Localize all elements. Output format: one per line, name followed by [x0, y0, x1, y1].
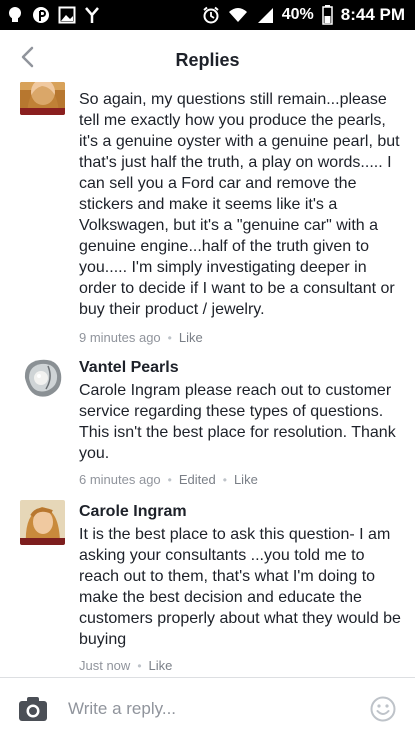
page-title: Replies: [175, 50, 240, 70]
comment-timestamp: 9 minutes ago: [79, 330, 161, 345]
notification-icon: [6, 6, 24, 24]
wifi-signal-icon: [84, 6, 100, 24]
comment-timestamp: 6 minutes ago: [79, 472, 161, 487]
comment-text: It is the best place to ask this questio…: [79, 526, 401, 648]
avatar[interactable]: [20, 356, 65, 401]
status-right-icons: 40% 8:44 PM: [202, 5, 405, 25]
comment-text: So again, my questions still remain...pl…: [79, 91, 400, 318]
emoji-icon[interactable]: [370, 696, 396, 726]
camera-icon[interactable]: [18, 697, 48, 726]
comment-meta: 6 minutes ago • Edited • Like: [79, 472, 401, 487]
separator-dot: •: [167, 330, 172, 345]
comment-author[interactable]: Carole Ingram: [79, 502, 401, 522]
comment-body: Vantel Pearls Carole Ingram please reach…: [79, 358, 401, 487]
comment-meta: Just now • Like: [79, 658, 401, 673]
replies-header: Replies: [0, 30, 415, 90]
camera-button[interactable]: [18, 696, 48, 722]
avatar[interactable]: [20, 500, 65, 545]
like-link[interactable]: Like: [179, 330, 203, 345]
comment-text: Carole Ingram please reach out to custom…: [79, 382, 396, 462]
avatar[interactable]: [20, 82, 65, 115]
comment-author[interactable]: Vantel Pearls: [79, 358, 401, 378]
wifi-icon: [228, 6, 248, 24]
clock-time: 8:44 PM: [340, 5, 405, 24]
comment-body: So again, my questions still remain...pl…: [79, 89, 401, 345]
battery-percent: 40%: [281, 6, 314, 23]
separator-dot: •: [137, 658, 142, 673]
pinterest-icon: [32, 6, 50, 24]
like-link[interactable]: Like: [149, 658, 173, 673]
separator-dot: •: [167, 472, 172, 487]
reply-composer: [0, 677, 415, 740]
cell-signal-icon: [256, 6, 274, 24]
status-left-icons: [6, 6, 100, 24]
comment-meta: 9 minutes ago • Like: [79, 330, 401, 345]
battery-icon: [322, 5, 333, 25]
alarm-icon: [202, 6, 220, 24]
like-link[interactable]: Like: [234, 472, 258, 487]
edited-link[interactable]: Edited: [179, 472, 216, 487]
reply-input[interactable]: [68, 696, 358, 722]
emoji-button[interactable]: [370, 696, 396, 722]
status-bar: 40% 8:44 PM: [0, 0, 415, 30]
gallery-icon: [58, 6, 76, 24]
comment-timestamp: Just now: [79, 658, 131, 673]
comment-body: Carole Ingram It is the best place to as…: [79, 502, 401, 673]
separator-dot: •: [222, 472, 227, 487]
